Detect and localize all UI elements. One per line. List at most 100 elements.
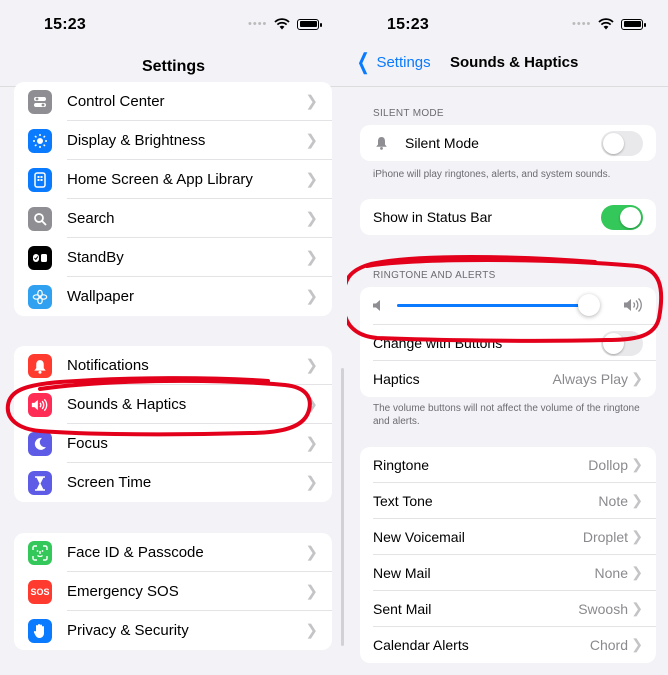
chevron-right-icon: ❯ xyxy=(305,132,318,149)
sound-row-value: None xyxy=(594,565,628,581)
phone-grid-icon xyxy=(28,168,52,192)
settings-row-search[interactable]: Search ❯ xyxy=(14,199,332,238)
battery-icon xyxy=(297,18,323,30)
settings-row-label: Sounds & Haptics xyxy=(67,396,187,413)
speaker-icon xyxy=(28,393,52,417)
sound-row-value: Note xyxy=(598,493,628,509)
settings-row-face-id-passcode[interactable]: Face ID & Passcode ❯ xyxy=(14,533,332,572)
chevron-right-icon: ❯ xyxy=(305,396,318,413)
wifi-icon xyxy=(598,18,615,30)
settings-group-notifications: Notifications ❯ Sounds & Haptics ❯ Focus ❯ Scr… xyxy=(14,346,332,502)
section-header-silent-mode: SILENT MODE xyxy=(373,108,444,119)
page-title: Sounds & Haptics xyxy=(450,54,579,71)
status-bar: 15:23 •••• xyxy=(347,0,668,48)
status-icons: •••• xyxy=(248,17,323,31)
show-in-status-bar-toggle[interactable] xyxy=(601,205,643,230)
settings-row-label: Notifications xyxy=(67,357,149,374)
settings-row-notifications[interactable]: Notifications ❯ xyxy=(14,346,332,385)
ringtone-alerts-group: Change with Buttons Haptics Always Play … xyxy=(360,287,656,397)
status-time: 15:23 xyxy=(387,16,429,33)
chevron-right-icon: ❯ xyxy=(305,288,318,305)
sound-row-label: Ringtone xyxy=(373,457,430,473)
settings-row-home-screen-app-library[interactable]: Home Screen & App Library ❯ xyxy=(14,160,332,199)
show-in-status-bar-row[interactable]: Show in Status Bar xyxy=(360,199,656,235)
hand-icon xyxy=(28,619,52,643)
chevron-right-icon: ❯ xyxy=(631,492,643,508)
sound-row-label: New Voicemail xyxy=(373,529,465,545)
status-icons: •••• xyxy=(572,17,647,31)
settings-row-emergency-sos[interactable]: SOS Emergency SOS ❯ xyxy=(14,572,332,611)
back-button[interactable]: ❮ Settings xyxy=(354,49,431,74)
haptics-row[interactable]: Haptics Always Play ❯ xyxy=(360,361,656,397)
sounds-haptics-screen: 15:23 •••• ❮ Settings Sounds & Haptics S… xyxy=(347,0,668,675)
volume-slider-knob[interactable] xyxy=(577,294,600,316)
settings-row-display-brightness[interactable]: Display & Brightness ❯ xyxy=(14,121,332,160)
cellular-icon: •••• xyxy=(572,18,592,30)
sound-row-label: Calendar Alerts xyxy=(373,637,469,653)
sos-icon: SOS xyxy=(28,580,52,604)
settings-row-sounds-haptics[interactable]: Sounds & Haptics ❯ xyxy=(14,385,332,424)
volume-slider[interactable] xyxy=(397,294,600,316)
cellular-icon: •••• xyxy=(248,18,268,30)
section-header-ringtone-alerts: RINGTONE AND ALERTS xyxy=(373,270,496,281)
chevron-right-icon: ❯ xyxy=(305,357,318,374)
haptics-label: Haptics xyxy=(373,371,420,387)
change-with-buttons-toggle[interactable] xyxy=(601,331,643,356)
silent-mode-group: Silent Mode xyxy=(360,125,656,161)
settings-row-focus[interactable]: Focus ❯ xyxy=(14,424,332,463)
silent-mode-label: Silent Mode xyxy=(405,135,479,151)
volume-slider-fill xyxy=(397,304,589,307)
sound-row-text-tone[interactable]: Text Tone Note ❯ xyxy=(360,483,656,519)
sounds-group: Ringtone Dollop ❯ Text Tone Note ❯ New Voicema… xyxy=(360,447,656,663)
scrollbar[interactable] xyxy=(341,368,344,646)
back-label: Settings xyxy=(376,53,431,71)
sound-row-value: Chord xyxy=(589,637,628,653)
haptics-value: Always Play xyxy=(552,371,628,387)
standby-icon xyxy=(28,246,52,270)
moon-icon xyxy=(28,432,52,456)
chevron-right-icon: ❯ xyxy=(305,544,318,561)
speaker-high-icon xyxy=(624,298,642,312)
settings-row-label: Home Screen & App Library xyxy=(67,171,253,188)
chevron-right-icon: ❯ xyxy=(631,528,643,544)
sound-row-ringtone[interactable]: Ringtone Dollop ❯ xyxy=(360,447,656,483)
settings-row-screen-time[interactable]: Screen Time ❯ xyxy=(14,463,332,502)
settings-row-label: Display & Brightness xyxy=(67,132,206,149)
silent-mode-row[interactable]: Silent Mode xyxy=(360,125,656,161)
chevron-right-icon: ❯ xyxy=(631,600,643,616)
wifi-icon xyxy=(274,18,291,30)
settings-row-privacy-security[interactable]: Privacy & Security ❯ xyxy=(14,611,332,650)
nav-divider xyxy=(347,86,668,87)
sound-row-label: Text Tone xyxy=(373,493,433,509)
sound-row-sent-mail[interactable]: Sent Mail Swoosh ❯ xyxy=(360,591,656,627)
chevron-right-icon: ❯ xyxy=(305,435,318,452)
settings-row-control-center[interactable]: Control Center ❯ xyxy=(14,82,332,121)
settings-row-wallpaper[interactable]: Wallpaper ❯ xyxy=(14,277,332,316)
volume-note: The volume buttons will not affect the v… xyxy=(373,403,640,427)
silent-mode-toggle[interactable] xyxy=(601,131,643,156)
bell-icon xyxy=(28,354,52,378)
sound-row-calendar-alerts[interactable]: Calendar Alerts Chord ❯ xyxy=(360,627,656,663)
sound-row-new-voicemail[interactable]: New Voicemail Droplet ❯ xyxy=(360,519,656,555)
settings-row-label: Emergency SOS xyxy=(67,583,179,600)
settings-row-label: Control Center xyxy=(67,93,165,110)
toggle-knob xyxy=(620,207,641,228)
settings-row-standby[interactable]: StandBy ❯ xyxy=(14,238,332,277)
sound-row-new-mail[interactable]: New Mail None ❯ xyxy=(360,555,656,591)
bell-icon xyxy=(376,137,387,150)
status-bar: 15:23 •••• xyxy=(0,0,347,48)
chevron-right-icon: ❯ xyxy=(305,210,318,227)
chevron-right-icon: ❯ xyxy=(631,564,643,580)
toggle-knob xyxy=(603,333,624,354)
flower-icon xyxy=(28,285,52,309)
chevron-right-icon: ❯ xyxy=(631,636,643,652)
chevron-left-icon: ❮ xyxy=(356,49,370,74)
sun-icon xyxy=(28,129,52,153)
silent-mode-note: iPhone will play ringtones, alerts, and … xyxy=(373,169,611,180)
change-with-buttons-row[interactable]: Change with Buttons xyxy=(360,325,656,361)
sound-row-label: Sent Mail xyxy=(373,601,432,617)
settings-row-label: Focus xyxy=(67,435,108,452)
magnifier-icon xyxy=(28,207,52,231)
settings-row-label: StandBy xyxy=(67,249,124,266)
page-title: Settings xyxy=(141,58,206,75)
